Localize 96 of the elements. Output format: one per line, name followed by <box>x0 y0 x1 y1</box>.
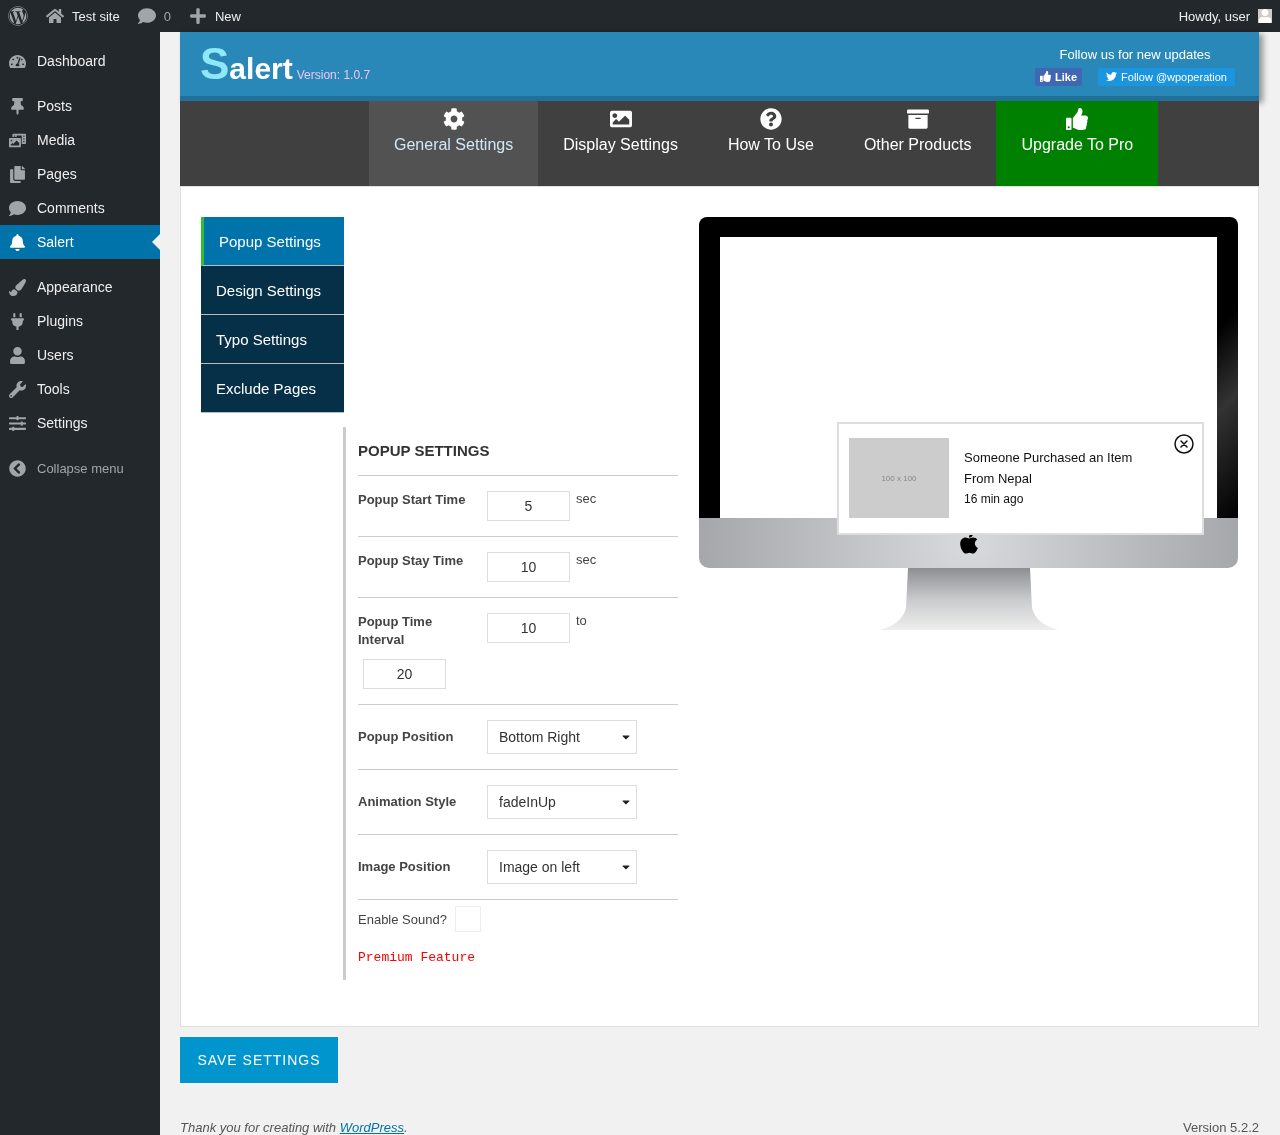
sidebar-label: Plugins <box>37 313 83 329</box>
follow-text: Follow us for new updates <box>1059 46 1211 62</box>
sidebar-label: Settings <box>37 415 88 431</box>
sidebar-item[interactable]: Salert <box>0 225 160 259</box>
greeting-link[interactable]: Howdy, user <box>1178 8 1272 24</box>
sidebar-item[interactable]: Plugins <box>0 304 160 338</box>
popup-title: Someone Purchased an Item <box>964 449 1133 468</box>
select-field[interactable]: Image on left <box>487 850 637 885</box>
sound-label: Enable Sound? <box>358 911 447 927</box>
plus-icon <box>188 7 207 25</box>
sidebar-item[interactable]: Comments <box>0 191 160 225</box>
number-field[interactable]: 10 <box>487 613 570 644</box>
submenu-item[interactable]: Design Settings <box>201 266 344 316</box>
close-icon[interactable] <box>1172 432 1196 457</box>
tab-label: Upgrade To Pro <box>1021 135 1134 154</box>
comment-icon <box>137 7 156 25</box>
archive-icon <box>906 107 929 130</box>
pin-icon <box>9 97 27 115</box>
number-field[interactable]: 10 <box>487 552 570 583</box>
number-field[interactable]: 5 <box>487 491 570 522</box>
sidebar-item[interactable]: Posts <box>0 89 160 123</box>
submenu-item[interactable]: Popup Settings <box>201 217 344 267</box>
dashboard-icon <box>9 52 27 70</box>
plug-icon <box>9 312 27 330</box>
logo-initial: S <box>200 38 230 89</box>
bell-icon <box>9 233 27 251</box>
collapse-icon <box>9 459 27 477</box>
sidebar-label: Posts <box>37 98 72 114</box>
sidebar-item[interactable]: Media <box>0 123 160 157</box>
panel-title: POPUP SETTINGS <box>358 427 678 477</box>
nav-tab[interactable]: Display Settings <box>538 100 703 187</box>
popup-location: From Nepal <box>964 470 1033 489</box>
nav-tab[interactable]: Upgrade To Pro <box>996 100 1159 187</box>
number-field[interactable]: 20 <box>363 659 446 690</box>
sidebar-item[interactable]: Appearance <box>0 270 160 304</box>
thumbs-up-icon <box>1066 107 1089 130</box>
user-icon <box>9 346 27 364</box>
wordpress-link[interactable]: WordPress <box>339 1120 404 1135</box>
tab-label: How To Use <box>727 135 814 154</box>
sidebar-item[interactable]: Settings <box>0 406 160 440</box>
question-icon <box>759 107 782 130</box>
nav-tab[interactable]: General Settings <box>369 100 539 187</box>
collapse-menu[interactable]: Collapse menu <box>0 451 160 485</box>
sliders-icon <box>9 414 27 432</box>
unit-label: to <box>576 613 587 629</box>
submenu-item[interactable]: Typo Settings <box>201 315 344 365</box>
select-field[interactable]: fadeInUp <box>487 785 637 820</box>
premium-note: Premium Feature <box>358 950 477 966</box>
current-notch <box>152 234 160 250</box>
wordpress-logo-icon[interactable] <box>8 6 28 26</box>
paintbrush-icon <box>9 278 27 296</box>
home-icon <box>46 7 64 25</box>
sidebar-item[interactable]: Users <box>0 338 160 372</box>
popup-time: 16 min ago <box>964 492 1025 507</box>
field-label: Image Position <box>358 858 452 877</box>
field-label: Popup Stay Time <box>358 552 465 571</box>
nav-tab[interactable]: How To Use <box>702 100 839 187</box>
sidebar-item[interactable]: Tools <box>0 372 160 406</box>
sidebar-label: Appearance <box>37 279 113 295</box>
sidebar-label: Tools <box>37 381 70 397</box>
version-text: Version: 1.0.7 <box>296 67 371 82</box>
footer-thanks: Thank you for creating with WordPress. <box>180 1120 408 1135</box>
new-link[interactable]: New <box>188 7 241 25</box>
sidebar-label: Comments <box>37 200 105 216</box>
field-label: Popup Time Interval <box>358 613 434 650</box>
sidebar-label: Pages <box>37 166 77 182</box>
bird-icon <box>1106 71 1118 83</box>
submenu-item[interactable]: Exclude Pages <box>201 364 344 414</box>
sidebar-label: Users <box>37 347 74 363</box>
pages-icon <box>9 165 27 183</box>
tab-label: Display Settings <box>563 135 678 154</box>
sidebar-label: Dashboard <box>37 53 106 69</box>
nav-tab[interactable]: Other Products <box>838 100 997 187</box>
unit-label: sec <box>576 491 597 507</box>
comment-icon <box>9 199 27 217</box>
avatar-icon <box>1258 9 1272 23</box>
logo-text: alert <box>229 51 293 86</box>
field-label: Popup Position <box>358 728 455 747</box>
field-label: Animation Style <box>358 793 458 812</box>
tab-label: General Settings <box>394 135 514 154</box>
sidebar-label: Salert <box>37 234 74 250</box>
tab-label: Other Products <box>863 135 972 154</box>
footer-version: Version 5.2.2 <box>1183 1120 1259 1135</box>
comments-link[interactable]: 0 <box>137 7 171 25</box>
sidebar-label: Media <box>37 132 76 148</box>
field-label: Popup Start Time <box>358 491 467 510</box>
wrench-icon <box>9 380 27 398</box>
unit-label: sec <box>576 552 597 568</box>
site-link[interactable]: Test site <box>46 7 120 25</box>
gear-icon <box>442 107 465 130</box>
sidebar-item[interactable]: Pages <box>0 157 160 191</box>
media-icon <box>9 131 27 149</box>
like-button[interactable]: Like <box>1035 67 1083 86</box>
thumbs-up-icon <box>1040 71 1052 83</box>
select-field[interactable]: Bottom Right <box>487 720 637 755</box>
sidebar-item[interactable]: Dashboard <box>0 44 160 78</box>
